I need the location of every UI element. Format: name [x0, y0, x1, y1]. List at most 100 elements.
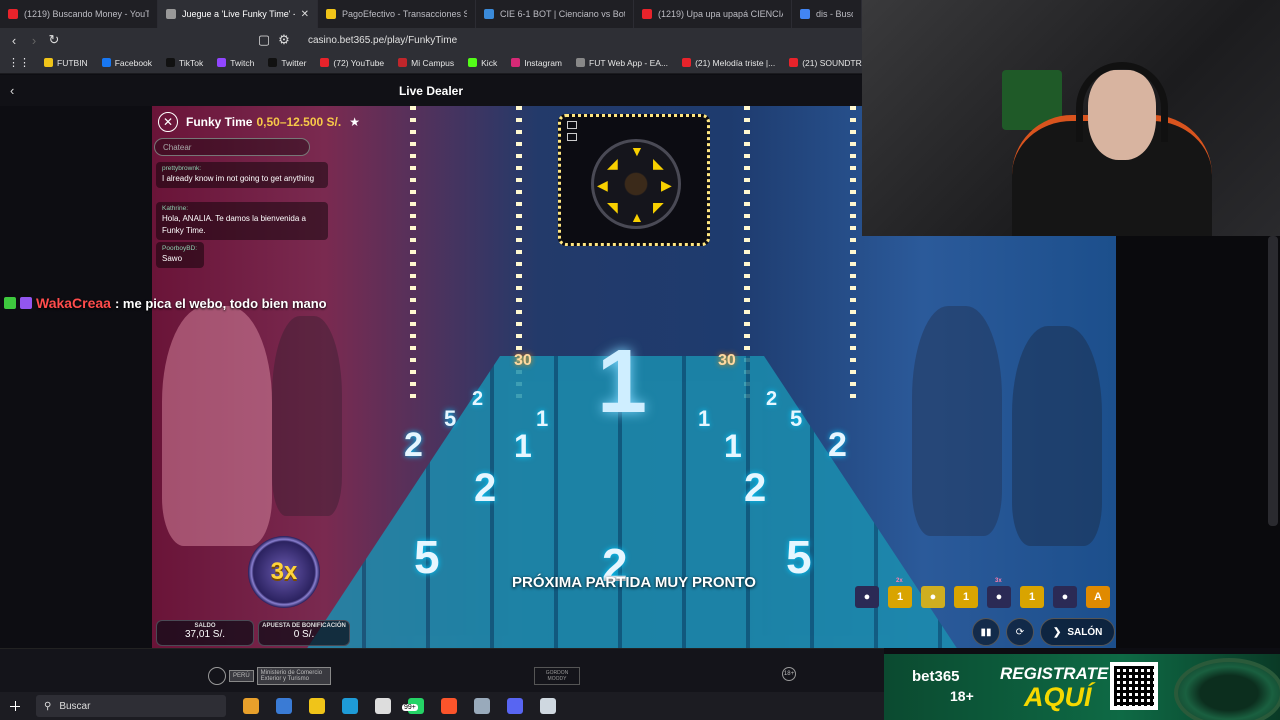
vpn-icon[interactable] — [375, 698, 391, 714]
chrome-icon[interactable] — [243, 698, 259, 714]
bookmark-item[interactable]: Twitch — [217, 58, 254, 68]
floor-number: 1 — [514, 428, 532, 464]
floor-number: 5 — [444, 406, 457, 431]
chat-username: WakaCreaa — [36, 295, 111, 311]
bookmark-item[interactable]: Mi Campus — [398, 58, 454, 68]
windows-start-icon[interactable] — [4, 692, 26, 720]
bookmark-label: Kick — [481, 57, 498, 68]
browser-tab-strip: (1219) Buscando Money - YouT Juegue a 'Li… — [0, 0, 862, 28]
bookmark-favicon-icon — [398, 58, 408, 67]
chat-message: Kathrine: Hola, ANALIA. Te damos la bienv… — [156, 202, 328, 240]
bookmark-label: (21) Melodía triste |... — [695, 57, 776, 68]
taskbar-icons: 99+ — [226, 698, 556, 714]
floor-number: 30 — [514, 352, 532, 369]
apps-grid-icon[interactable]: ⋮⋮ — [8, 56, 30, 69]
history-result: ● — [855, 586, 879, 608]
floor-number: 1 — [536, 406, 549, 431]
arrow-down-icon: ▲ — [630, 209, 644, 225]
store-icon[interactable] — [276, 698, 292, 714]
history-label: 1 — [1028, 591, 1036, 603]
bookmark-item[interactable]: Kick — [468, 58, 497, 68]
favorite-star-icon[interactable]: ★ — [349, 115, 360, 129]
browser-tab[interactable]: (1219) Upa upa upapá CIENCIANO — [634, 0, 792, 28]
tab-favicon-icon — [484, 9, 494, 19]
chat-text: Hola, ANALIA. Te damos la bienvenida a F… — [162, 214, 306, 235]
bookmark-item[interactable]: (21) Melodía triste |... — [682, 58, 775, 68]
bookmark-label: TikTok — [179, 57, 204, 68]
tab-favicon-icon — [642, 9, 652, 19]
back-chevron-icon[interactable]: ‹ — [10, 83, 14, 98]
bookmark-item[interactable]: FUTBIN — [44, 58, 88, 68]
roulette-wheel — [1174, 658, 1280, 720]
chat-input[interactable]: Chatear — [154, 138, 310, 156]
discord-icon[interactable] — [507, 698, 523, 714]
bookmark-favicon-icon — [320, 58, 330, 67]
browser-tab[interactable]: PagoEfectivo - Transacciones Segur — [318, 0, 476, 28]
qr-code — [1110, 662, 1158, 710]
peru-shield-icon — [208, 667, 226, 685]
sub-badge-icon — [20, 297, 32, 309]
whatsapp-icon[interactable]: 99+ — [402, 698, 424, 714]
arrow-diag-icon: ◣ — [653, 155, 664, 171]
browser-tab[interactable]: (1219) Buscando Money - YouT — [0, 0, 158, 28]
history-result: ● — [1053, 586, 1077, 608]
light-column — [850, 106, 856, 406]
chat-user: Kathrine: — [162, 205, 189, 212]
lobby-button[interactable]: ❯ SALÓN — [1040, 618, 1116, 646]
page-footer: PERÚ Ministerio de Comercio Exterior y T… — [0, 648, 884, 692]
close-button[interactable]: ✕ — [158, 112, 178, 132]
bookmark-favicon-icon — [576, 58, 585, 67]
brave-icon[interactable] — [441, 698, 457, 714]
ad-banner[interactable]: bet365 18+ REGISTRATE AQUÍ — [884, 654, 1280, 720]
bookmark-item[interactable]: TikTok — [166, 58, 203, 68]
back-arrow-icon[interactable]: ‹ — [4, 33, 24, 48]
history-label: ● — [995, 591, 1003, 603]
history-result: 1 2x — [888, 578, 912, 608]
bookmark-item[interactable]: Twitter — [268, 58, 306, 68]
bookmark-icon[interactable]: ▢ — [254, 32, 274, 48]
history-result: A — [1086, 586, 1110, 608]
edge-icon[interactable] — [342, 698, 358, 714]
stats-icon[interactable]: ▮▮ — [972, 618, 1000, 646]
bookmark-favicon-icon — [101, 58, 111, 67]
screen-icon[interactable] — [567, 133, 577, 141]
url-field[interactable]: casino.bet365.pe/play/FunkyTime — [308, 35, 457, 46]
site-info-icon[interactable]: ⚙ — [274, 32, 294, 48]
notification-badge: 99+ — [402, 704, 418, 711]
lobby-label: SALÓN — [1067, 626, 1103, 638]
arrow-up-icon: ▼ — [630, 143, 644, 159]
history-multiplier-tag: 2x — [896, 578, 903, 584]
multiplier-disc: 3x — [248, 536, 320, 608]
gordon-moody-logo: GORDON MOODY — [534, 667, 580, 685]
forward-arrow-icon[interactable]: › — [24, 33, 44, 48]
page-header: ‹ Live Dealer — [0, 75, 862, 106]
tab-label: (1219) Upa upa upapá CIENCIANO — [658, 9, 783, 19]
bookmark-item[interactable]: Instagram — [511, 58, 562, 68]
scrollbar[interactable] — [1268, 236, 1278, 526]
bookmark-item[interactable]: (72) YouTube — [320, 58, 384, 68]
bookmark-item[interactable]: Facebook — [101, 58, 152, 68]
floor-number: 5 — [790, 406, 803, 431]
center-number: 1 — [597, 332, 648, 432]
browser-tab[interactable]: dis - Busca — [792, 0, 862, 28]
folder-icon[interactable] — [309, 698, 325, 714]
autoplay-icon[interactable]: ⟳ — [1006, 618, 1034, 646]
history-result: 1 — [1020, 586, 1044, 608]
browser-tab[interactable]: CIE 6-1 BOT | Cienciano vs Botafog — [476, 0, 634, 28]
steam-icon[interactable] — [540, 698, 556, 714]
floor-number: 30 — [718, 352, 736, 369]
mute-icon[interactable] — [567, 121, 577, 129]
bet-limits: 0,50–12.500 S/. — [256, 115, 342, 129]
bookmark-favicon-icon — [682, 58, 692, 67]
bookmark-item[interactable]: FUT Web App - EA... — [576, 58, 668, 68]
floor-number: 2 — [766, 388, 778, 410]
reload-icon[interactable]: ↻ — [44, 32, 64, 48]
ad-cta-line1: REGISTRATE — [1000, 664, 1109, 683]
browser-tab[interactable]: Juegue a 'Live Funky Time' - Ju ✕ — [158, 0, 318, 28]
tab-close-icon[interactable]: ✕ — [301, 9, 309, 20]
bonus-bet-box: APUESTA DE BONIFICACIÓN 0 S/. — [258, 620, 350, 646]
floor-number: 2 — [744, 466, 767, 510]
ad-brand: bet365 — [912, 668, 960, 685]
taskbar-search[interactable]: ⚲ Buscar — [36, 695, 226, 717]
app-icon[interactable] — [474, 698, 490, 714]
